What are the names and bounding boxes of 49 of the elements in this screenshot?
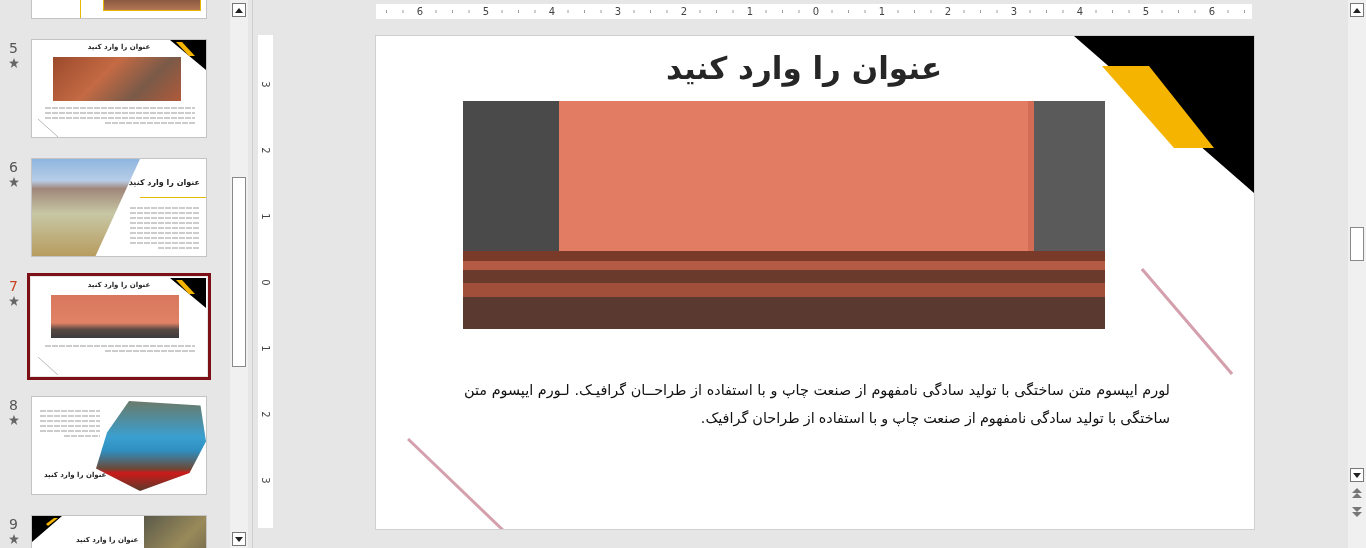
ruler-label: 3 (613, 6, 623, 17)
slide-thumbnail[interactable] (31, 0, 207, 19)
text-lines-drawing (40, 409, 100, 439)
ruler-label: 2 (260, 145, 271, 155)
down-arrow-icon (235, 536, 243, 542)
ruler-label: 1 (260, 211, 271, 221)
ruler-label: 3 (260, 475, 271, 485)
ruler-label: 0 (260, 277, 271, 287)
scrollbar[interactable] (1348, 0, 1366, 548)
ruler-label: 5 (481, 6, 491, 17)
down-arrow-icon (1353, 472, 1361, 478)
ruler-label: 1 (877, 6, 887, 17)
ruler-label: 1 (745, 6, 755, 17)
up-arrow-icon (1353, 7, 1361, 13)
ruler-label: 2 (679, 6, 689, 17)
slide-number: 8 (9, 396, 18, 414)
slide-title[interactable]: عنوان را وارد کنید (666, 50, 943, 86)
ruler-label: 4 (1075, 6, 1085, 17)
scroll-thumb[interactable] (1350, 227, 1364, 261)
thumbnail-title: عنوان را وارد کنید (128, 178, 200, 187)
slide-number: 7 (9, 277, 18, 295)
ruler-label: 0 (811, 6, 821, 17)
scrollbar[interactable] (230, 0, 248, 548)
previous-slide-icon[interactable] (1352, 488, 1362, 500)
ruler-label: 3 (260, 79, 271, 89)
scroll-thumb[interactable] (232, 177, 246, 367)
corner-triangle-drawing (32, 516, 62, 542)
ruler-label: 1 (260, 343, 271, 353)
slide-number: 6 (9, 158, 18, 176)
ruler-label: 2 (260, 409, 271, 419)
slide-number: 9 (9, 515, 18, 533)
ruler-label: 4 (547, 6, 557, 17)
scroll-up-button[interactable] (1350, 3, 1364, 17)
slide-number: 5 (9, 39, 18, 57)
diagonal-line-drawing (38, 119, 58, 137)
ruler-label: 6 (1207, 6, 1217, 17)
slide-body-text[interactable]: لورم ایپسوم متن ساختگی با تولید سادگی نامفهوم از صنعت چاپ و با استفاده از طراحــان گرافیـک. لـورم ایپسوم متن ساختگی با تولید سادگی نامفهوم از صنعت چاپ و با استفاده از طراحان گرافیک. (464, 376, 1170, 432)
ruler-label: 6 (415, 6, 425, 17)
diagonal-line-drawing (38, 357, 58, 375)
text-lines-drawing (130, 206, 200, 251)
next-slide-icon[interactable] (1352, 506, 1362, 518)
scroll-up-button[interactable] (232, 3, 246, 17)
ruler-label: 3 (1009, 6, 1019, 17)
scroll-down-button[interactable] (232, 532, 246, 546)
up-arrow-icon (235, 7, 243, 13)
slide-thumbnail[interactable]: عنوان را وارد کنید (31, 158, 207, 257)
scroll-down-button[interactable] (1350, 468, 1364, 482)
ruler-label: 2 (943, 6, 953, 17)
ruler-label: 5 (1141, 6, 1151, 17)
